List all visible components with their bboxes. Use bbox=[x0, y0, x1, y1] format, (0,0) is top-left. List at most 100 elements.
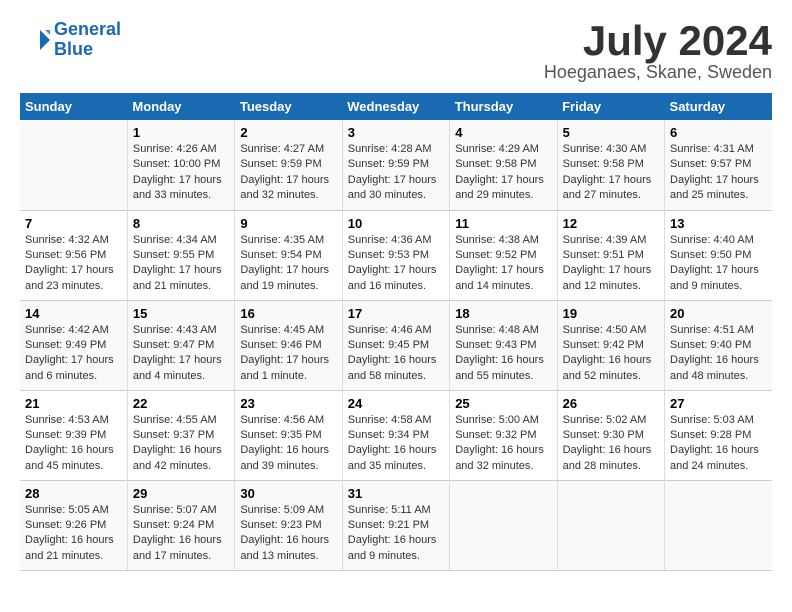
day-number: 5 bbox=[563, 125, 659, 140]
calendar-cell: 4Sunrise: 4:29 AM Sunset: 9:58 PM Daylig… bbox=[450, 120, 557, 210]
col-header-wednesday: Wednesday bbox=[342, 93, 449, 120]
day-info: Sunrise: 4:30 AM Sunset: 9:58 PM Dayligh… bbox=[563, 142, 659, 204]
day-info: Sunrise: 4:46 AM Sunset: 9:45 PM Dayligh… bbox=[348, 323, 444, 385]
calendar-cell: 8 Sunrise: 4:34 AM Sunset: 9:55 PM Daylig… bbox=[127, 210, 234, 300]
calendar-cell: 3 Sunrise: 4:28 AM Sunset: 9:59 PM Daylig… bbox=[342, 120, 449, 210]
calendar-cell: 28Sunrise: 5:05 AM Sunset: 9:26 PM Dayli… bbox=[20, 480, 127, 570]
day-info: Sunrise: 4:38 AM Sunset: 9:52 PM Dayligh… bbox=[455, 233, 551, 295]
day-number: 12 bbox=[563, 216, 659, 231]
day-info: Sunrise: 4:26 AM Sunset: 10:00 PM Daylig… bbox=[133, 142, 229, 204]
day-number: 21 bbox=[25, 396, 122, 411]
day-number: 8 bbox=[133, 216, 229, 231]
day-info: Sunrise: 5:05 AM Sunset: 9:26 PM Dayligh… bbox=[25, 503, 122, 565]
day-number: 26 bbox=[563, 396, 659, 411]
day-number: 29 bbox=[133, 486, 229, 501]
day-info: Sunrise: 4:55 AM Sunset: 9:37 PM Dayligh… bbox=[133, 413, 229, 475]
week-row-4: 21 Sunrise: 4:53 AM Sunset: 9:39 PM Dayli… bbox=[20, 390, 772, 480]
day-info: Sunrise: 5:00 AM Sunset: 9:32 PM Dayligh… bbox=[455, 413, 551, 475]
col-header-monday: Monday bbox=[127, 93, 234, 120]
calendar-cell bbox=[557, 480, 664, 570]
calendar-cell: 29 Sunrise: 5:07 AM Sunset: 9:24 PM Dayli… bbox=[127, 480, 234, 570]
day-info: Sunrise: 5:07 AM Sunset: 9:24 PM Dayligh… bbox=[133, 503, 229, 565]
day-info: Sunrise: 5:02 AM Sunset: 9:30 PM Dayligh… bbox=[563, 413, 659, 475]
day-info: Sunrise: 4:58 AM Sunset: 9:34 PM Dayligh… bbox=[348, 413, 444, 475]
calendar-cell: 12 Sunrise: 4:39 AM Sunset: 9:51 PM Dayli… bbox=[557, 210, 664, 300]
location: Hoeganaes, Skane, Sweden bbox=[544, 62, 772, 83]
day-number: 24 bbox=[348, 396, 444, 411]
day-info: Sunrise: 5:11 AM Sunset: 9:21 PM Dayligh… bbox=[348, 503, 444, 565]
day-number: 2 bbox=[240, 125, 336, 140]
calendar-cell: 19 Sunrise: 4:50 AM Sunset: 9:42 PM Dayli… bbox=[557, 300, 664, 390]
calendar-cell: 24 Sunrise: 4:58 AM Sunset: 9:34 PM Dayli… bbox=[342, 390, 449, 480]
calendar-cell: 5 Sunrise: 4:30 AM Sunset: 9:58 PM Daylig… bbox=[557, 120, 664, 210]
day-info: Sunrise: 4:28 AM Sunset: 9:59 PM Dayligh… bbox=[348, 142, 444, 204]
day-number: 27 bbox=[670, 396, 767, 411]
calendar-cell: 2Sunrise: 4:27 AM Sunset: 9:59 PM Daylig… bbox=[235, 120, 342, 210]
day-number: 9 bbox=[240, 216, 336, 231]
week-row-5: 28Sunrise: 5:05 AM Sunset: 9:26 PM Dayli… bbox=[20, 480, 772, 570]
day-info: Sunrise: 5:09 AM Sunset: 9:23 PM Dayligh… bbox=[240, 503, 336, 565]
calendar-cell: 26 Sunrise: 5:02 AM Sunset: 9:30 PM Dayli… bbox=[557, 390, 664, 480]
day-number: 22 bbox=[133, 396, 229, 411]
col-header-saturday: Saturday bbox=[665, 93, 772, 120]
calendar-cell: 25 Sunrise: 5:00 AM Sunset: 9:32 PM Dayli… bbox=[450, 390, 557, 480]
calendar-cell: 15 Sunrise: 4:43 AM Sunset: 9:47 PM Dayli… bbox=[127, 300, 234, 390]
day-info: Sunrise: 4:43 AM Sunset: 9:47 PM Dayligh… bbox=[133, 323, 229, 385]
calendar-cell: 1Sunrise: 4:26 AM Sunset: 10:00 PM Dayli… bbox=[127, 120, 234, 210]
day-number: 23 bbox=[240, 396, 336, 411]
calendar-table: SundayMondayTuesdayWednesdayThursdayFrid… bbox=[20, 93, 772, 571]
page-header: General Blue July 2024 Hoeganaes, Skane,… bbox=[20, 20, 772, 83]
day-info: Sunrise: 4:51 AM Sunset: 9:40 PM Dayligh… bbox=[670, 323, 767, 385]
calendar-cell: 16 Sunrise: 4:45 AM Sunset: 9:46 PM Dayli… bbox=[235, 300, 342, 390]
calendar-cell: 14Sunrise: 4:42 AM Sunset: 9:49 PM Dayli… bbox=[20, 300, 127, 390]
day-info: Sunrise: 4:31 AM Sunset: 9:57 PM Dayligh… bbox=[670, 142, 767, 204]
logo-icon bbox=[20, 25, 50, 55]
day-info: Sunrise: 4:56 AM Sunset: 9:35 PM Dayligh… bbox=[240, 413, 336, 475]
calendar-cell: 6 Sunrise: 4:31 AM Sunset: 9:57 PM Daylig… bbox=[665, 120, 772, 210]
calendar-cell: 11Sunrise: 4:38 AM Sunset: 9:52 PM Dayli… bbox=[450, 210, 557, 300]
calendar-cell: 27 Sunrise: 5:03 AM Sunset: 9:28 PM Dayli… bbox=[665, 390, 772, 480]
calendar-cell: 23 Sunrise: 4:56 AM Sunset: 9:35 PM Dayli… bbox=[235, 390, 342, 480]
calendar-cell: 18Sunrise: 4:48 AM Sunset: 9:43 PM Dayli… bbox=[450, 300, 557, 390]
day-info: Sunrise: 5:03 AM Sunset: 9:28 PM Dayligh… bbox=[670, 413, 767, 475]
day-number: 3 bbox=[348, 125, 444, 140]
day-number: 13 bbox=[670, 216, 767, 231]
day-info: Sunrise: 4:32 AM Sunset: 9:56 PM Dayligh… bbox=[25, 233, 122, 295]
calendar-cell: 22 Sunrise: 4:55 AM Sunset: 9:37 PM Dayli… bbox=[127, 390, 234, 480]
day-info: Sunrise: 4:29 AM Sunset: 9:58 PM Dayligh… bbox=[455, 142, 551, 204]
calendar-cell: 20Sunrise: 4:51 AM Sunset: 9:40 PM Dayli… bbox=[665, 300, 772, 390]
calendar-cell bbox=[20, 120, 127, 210]
day-info: Sunrise: 4:40 AM Sunset: 9:50 PM Dayligh… bbox=[670, 233, 767, 295]
day-info: Sunrise: 4:39 AM Sunset: 9:51 PM Dayligh… bbox=[563, 233, 659, 295]
day-info: Sunrise: 4:50 AM Sunset: 9:42 PM Dayligh… bbox=[563, 323, 659, 385]
day-number: 18 bbox=[455, 306, 551, 321]
week-row-1: 1Sunrise: 4:26 AM Sunset: 10:00 PM Dayli… bbox=[20, 120, 772, 210]
day-number: 7 bbox=[25, 216, 122, 231]
day-number: 31 bbox=[348, 486, 444, 501]
calendar-cell: 9Sunrise: 4:35 AM Sunset: 9:54 PM Daylig… bbox=[235, 210, 342, 300]
col-header-friday: Friday bbox=[557, 93, 664, 120]
calendar-cell: 7 Sunrise: 4:32 AM Sunset: 9:56 PM Daylig… bbox=[20, 210, 127, 300]
day-info: Sunrise: 4:45 AM Sunset: 9:46 PM Dayligh… bbox=[240, 323, 336, 385]
logo-text: General Blue bbox=[54, 20, 121, 60]
week-row-2: 7 Sunrise: 4:32 AM Sunset: 9:56 PM Daylig… bbox=[20, 210, 772, 300]
day-number: 25 bbox=[455, 396, 551, 411]
col-header-sunday: Sunday bbox=[20, 93, 127, 120]
calendar-cell: 10Sunrise: 4:36 AM Sunset: 9:53 PM Dayli… bbox=[342, 210, 449, 300]
day-number: 19 bbox=[563, 306, 659, 321]
calendar-cell: 21 Sunrise: 4:53 AM Sunset: 9:39 PM Dayli… bbox=[20, 390, 127, 480]
day-info: Sunrise: 4:34 AM Sunset: 9:55 PM Dayligh… bbox=[133, 233, 229, 295]
calendar-cell: 17Sunrise: 4:46 AM Sunset: 9:45 PM Dayli… bbox=[342, 300, 449, 390]
calendar-cell: 31 Sunrise: 5:11 AM Sunset: 9:21 PM Dayli… bbox=[342, 480, 449, 570]
day-number: 6 bbox=[670, 125, 767, 140]
day-info: Sunrise: 4:53 AM Sunset: 9:39 PM Dayligh… bbox=[25, 413, 122, 475]
title-block: July 2024 Hoeganaes, Skane, Sweden bbox=[544, 20, 772, 83]
week-row-3: 14Sunrise: 4:42 AM Sunset: 9:49 PM Dayli… bbox=[20, 300, 772, 390]
header-row: SundayMondayTuesdayWednesdayThursdayFrid… bbox=[20, 93, 772, 120]
logo: General Blue bbox=[20, 20, 121, 60]
calendar-cell bbox=[450, 480, 557, 570]
month-year: July 2024 bbox=[544, 20, 772, 62]
day-number: 15 bbox=[133, 306, 229, 321]
day-number: 16 bbox=[240, 306, 336, 321]
logo-line1: General bbox=[54, 19, 121, 39]
